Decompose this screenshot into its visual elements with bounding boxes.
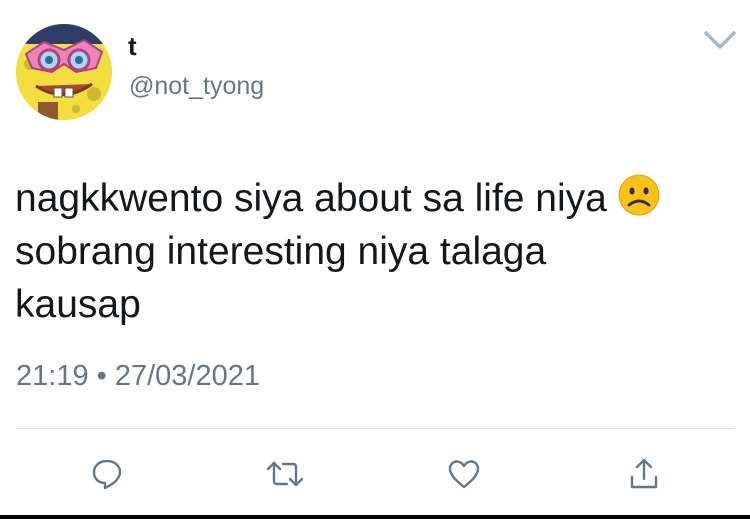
display-name[interactable]: t — [128, 31, 137, 61]
chevron-down-icon[interactable] — [702, 27, 738, 53]
reply-button[interactable] — [79, 446, 135, 502]
tweet-timestamp[interactable]: 21:19 • 27/03/2021 — [16, 358, 260, 394]
retweet-button[interactable] — [257, 446, 313, 502]
tweet-line-1: nagkkwento siya about sa life niya — [15, 172, 740, 225]
reply-icon — [92, 459, 122, 490]
tweet-line-3: kausap — [15, 283, 141, 326]
divider — [16, 428, 734, 429]
frowning-face-emoji-icon — [617, 173, 661, 217]
retweet-icon — [266, 461, 304, 487]
share-button[interactable] — [616, 446, 672, 502]
like-button[interactable] — [436, 446, 492, 502]
tweet-actions-bar — [0, 446, 750, 502]
user-handle[interactable]: @not_tyong — [129, 71, 264, 101]
share-icon — [630, 458, 658, 489]
bottom-edge — [0, 515, 750, 519]
tweet-line-2: sobrang interesting niya talaga — [15, 230, 547, 273]
spongebob-avatar-icon — [16, 24, 112, 120]
heart-icon — [448, 460, 480, 489]
tweet-text: nagkkwento siya about sa life niya sobra… — [15, 172, 740, 331]
avatar[interactable] — [16, 24, 112, 120]
